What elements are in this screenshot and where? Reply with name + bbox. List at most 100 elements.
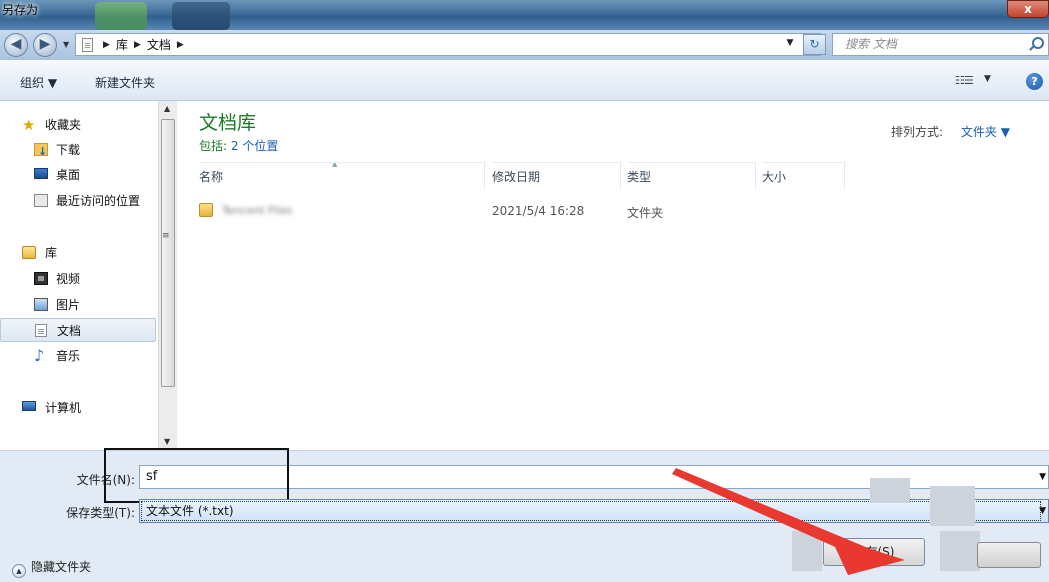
filetype-label: 保存类型(T): bbox=[66, 506, 135, 520]
column-header-type[interactable]: 类型 bbox=[627, 162, 755, 189]
breadcrumb-separator-icon[interactable]: ▶ bbox=[177, 40, 184, 50]
folder-icon bbox=[199, 203, 213, 217]
sidebar-item-pictures[interactable]: 图片 bbox=[0, 293, 156, 317]
arrange-by: 排列方式: 文件夹 ▼ bbox=[891, 123, 1010, 140]
arrange-by-label: 排列方式: bbox=[891, 125, 944, 139]
sidebar-item-label: 库 bbox=[45, 246, 58, 260]
sidebar-item-libraries[interactable]: 库 bbox=[0, 241, 156, 265]
close-button[interactable]: x bbox=[1007, 0, 1049, 18]
pixelation-block bbox=[940, 531, 980, 571]
sidebar-item-label: 桌面 bbox=[56, 168, 81, 182]
breadcrumb-documents[interactable]: 文档 bbox=[147, 36, 171, 53]
sidebar-item-label: 视频 bbox=[56, 272, 81, 286]
includes-locations-link[interactable]: 2 个位置 bbox=[231, 139, 278, 153]
address-row: ◀ ▶ ▼ ▶ 库 ▶ 文档 ▶ ▼ ↻ 搜索 文档 bbox=[0, 30, 1049, 60]
video-icon bbox=[34, 272, 48, 285]
search-input[interactable]: 搜索 文档 bbox=[832, 33, 1049, 56]
sidebar-item-downloads[interactable]: 下载 bbox=[0, 138, 156, 164]
column-header-size[interactable]: 大小 bbox=[762, 162, 844, 189]
navigation-pane: ★ 收藏夹 下载 桌面 最近访问的位置 库 视频 图片 文档 ♪ 音乐 计算机 bbox=[0, 101, 158, 450]
view-dropdown-icon[interactable]: ▼ bbox=[984, 74, 991, 84]
sidebar-item-label: 音乐 bbox=[56, 349, 81, 363]
taskbar-glow bbox=[95, 2, 147, 30]
file-name: Tencent Files bbox=[222, 204, 293, 217]
save-form: 文件名(N): sf ▼ 保存类型(T): 文本文件 (*.txt) ▼ ▲ 隐藏… bbox=[0, 448, 1049, 582]
breadcrumb-library[interactable]: 库 bbox=[116, 36, 128, 53]
file-modified: 2021/5/4 16:28 bbox=[492, 204, 585, 218]
scroll-down-icon[interactable]: ▼ bbox=[164, 437, 170, 446]
save-button[interactable]: 保存(S) bbox=[823, 538, 925, 566]
cancel-button[interactable] bbox=[977, 542, 1041, 568]
column-divider[interactable] bbox=[620, 162, 621, 189]
help-icon[interactable]: ? bbox=[1026, 73, 1043, 90]
scrollbar-thumb[interactable] bbox=[161, 119, 175, 387]
navigation-scrollbar[interactable]: ▲ ≡ ▼ bbox=[158, 101, 177, 450]
command-toolbar: 组织 ▼ 新建文件夹 ☷☰ ▼ ? bbox=[0, 60, 1049, 101]
documents-icon bbox=[82, 37, 93, 52]
sidebar-item-desktop[interactable]: 桌面 bbox=[0, 163, 156, 187]
sidebar-item-label: 收藏夹 bbox=[45, 118, 82, 132]
window-title: 另存为 bbox=[2, 3, 39, 17]
library-includes: 包括: 2 个位置 bbox=[199, 137, 278, 154]
focus-rect bbox=[141, 501, 1041, 521]
address-dropdown-icon[interactable]: ▼ bbox=[781, 33, 799, 54]
history-dropdown-icon[interactable]: ▼ bbox=[63, 40, 69, 49]
table-row[interactable]: Tencent Files 2021/5/4 16:28 文件夹 bbox=[177, 200, 1037, 222]
annotation-highlight-box bbox=[104, 448, 289, 503]
library-icon bbox=[22, 246, 36, 259]
file-type: 文件夹 bbox=[627, 206, 664, 220]
back-button[interactable]: ◀ bbox=[4, 33, 28, 57]
computer-icon bbox=[22, 401, 36, 411]
search-icon[interactable] bbox=[1032, 37, 1044, 49]
sidebar-item-label: 计算机 bbox=[45, 401, 82, 415]
sidebar-item-computer[interactable]: 计算机 bbox=[0, 396, 156, 420]
download-icon bbox=[34, 140, 48, 164]
sidebar-item-videos[interactable]: 视频 bbox=[0, 267, 156, 291]
music-icon: ♪ bbox=[34, 346, 45, 365]
filename-dropdown-icon[interactable]: ▼ bbox=[1039, 466, 1046, 488]
view-options-icon[interactable]: ☷☰ bbox=[955, 74, 974, 87]
arrange-by-dropdown[interactable]: 文件夹 ▼ bbox=[961, 125, 1010, 139]
refresh-button[interactable]: ↻ bbox=[803, 34, 826, 55]
collapse-icon: ▲ bbox=[12, 564, 26, 578]
organize-button[interactable]: 组织 ▼ bbox=[20, 74, 57, 91]
file-list-pane: 文档库 包括: 2 个位置 排列方式: 文件夹 ▼ ▲ 名称 修改日期 类型 大… bbox=[177, 101, 1049, 450]
sidebar-item-favorites[interactable]: ★ 收藏夹 bbox=[0, 113, 156, 137]
library-title: 文档库 bbox=[199, 112, 257, 134]
column-divider[interactable] bbox=[844, 162, 845, 189]
includes-label: 包括: bbox=[199, 139, 228, 153]
column-header-name[interactable]: 名称 bbox=[199, 162, 484, 189]
filetype-select[interactable]: 文本文件 (*.txt) ▼ bbox=[139, 499, 1049, 523]
desktop-icon bbox=[34, 168, 48, 179]
search-placeholder: 搜索 文档 bbox=[845, 37, 897, 51]
star-icon: ★ bbox=[22, 116, 36, 134]
sidebar-item-music[interactable]: ♪ 音乐 bbox=[0, 344, 156, 368]
title-bar: 另存为 x bbox=[0, 0, 1049, 30]
picture-icon bbox=[34, 298, 48, 311]
recent-icon bbox=[34, 194, 48, 207]
pixelation-block bbox=[792, 531, 822, 571]
sidebar-item-label: 文档 bbox=[57, 324, 82, 338]
sidebar-item-label: 图片 bbox=[56, 298, 81, 312]
scrollbar-grip-icon: ≡ bbox=[162, 231, 170, 241]
new-folder-button[interactable]: 新建文件夹 bbox=[95, 74, 155, 91]
document-icon bbox=[35, 324, 47, 337]
sidebar-item-label: 下载 bbox=[56, 143, 81, 157]
sidebar-item-recent-places[interactable]: 最近访问的位置 bbox=[0, 189, 156, 213]
filetype-dropdown-icon[interactable]: ▼ bbox=[1039, 500, 1046, 522]
pixelation-block bbox=[930, 486, 975, 526]
forward-button[interactable]: ▶ bbox=[33, 33, 57, 57]
column-header-modified[interactable]: 修改日期 bbox=[492, 162, 620, 189]
scroll-up-icon[interactable]: ▲ bbox=[164, 104, 170, 113]
column-divider[interactable] bbox=[755, 162, 756, 189]
hide-folders-toggle[interactable]: ▲ 隐藏文件夹 bbox=[12, 558, 91, 578]
breadcrumb-separator-icon[interactable]: ▶ bbox=[134, 40, 141, 50]
taskbar-glow bbox=[172, 2, 230, 30]
column-divider[interactable] bbox=[484, 162, 485, 189]
sidebar-item-documents[interactable]: 文档 bbox=[0, 318, 156, 342]
address-bar[interactable]: ▶ 库 ▶ 文档 ▶ bbox=[75, 33, 821, 56]
sidebar-item-label: 最近访问的位置 bbox=[56, 194, 141, 208]
breadcrumb-separator-icon[interactable]: ▶ bbox=[103, 40, 110, 50]
pixelation-block bbox=[870, 478, 910, 503]
hide-folders-label: 隐藏文件夹 bbox=[31, 560, 92, 574]
